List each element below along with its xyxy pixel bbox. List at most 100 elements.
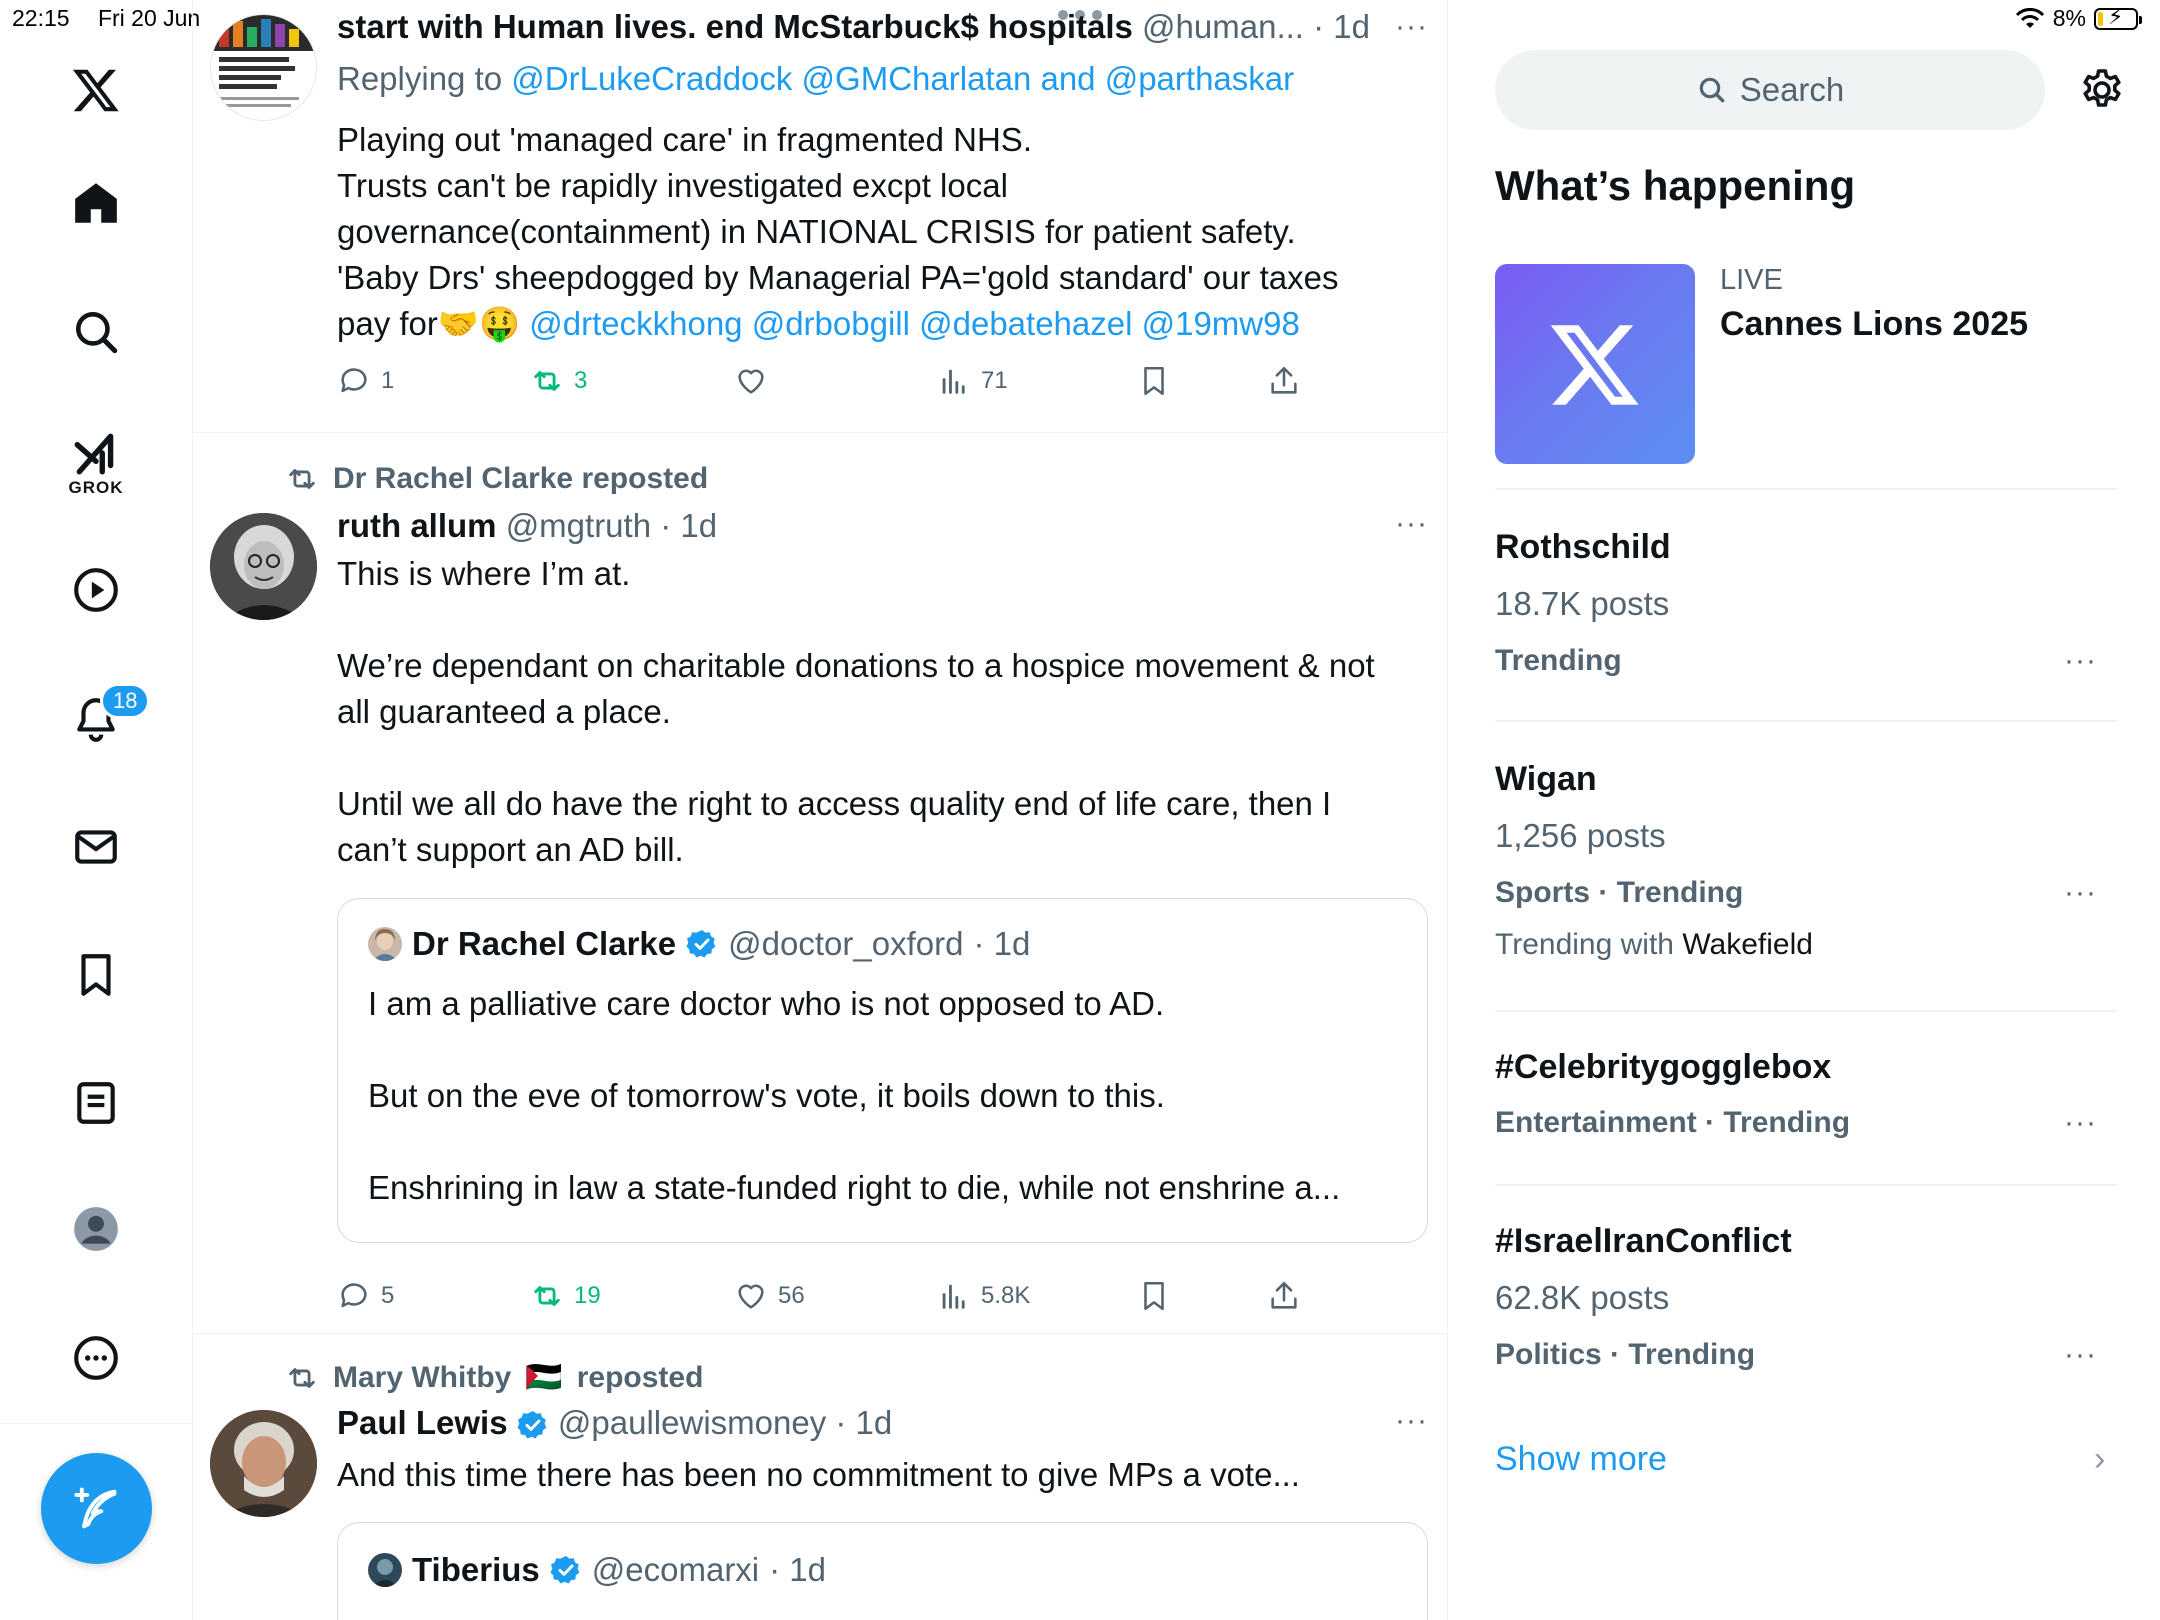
views-button[interactable]: 71 (937, 364, 1008, 398)
sidebar-divider (1495, 1184, 2117, 1186)
quoted-tweet[interactable]: Dr Rachel Clarke @doctor_oxford · 1d I a… (337, 898, 1428, 1243)
quote-header: Dr Rachel Clarke @doctor_oxford · 1d (368, 925, 1030, 963)
quote-text: I am a palliative care doctor who is not… (368, 981, 1408, 1211)
like-button[interactable]: 56 (734, 1279, 805, 1313)
repost-button[interactable]: 3 (530, 364, 587, 398)
lists-icon[interactable] (61, 1068, 131, 1138)
bookmark-icon (1144, 366, 1164, 396)
bookmark-button[interactable] (1137, 364, 1171, 398)
trend-item[interactable]: #Celebritygogglebox Entertainment · Tren… (1495, 1040, 2117, 1170)
repost-context[interactable]: Mary Whitby 🇵🇸 reposted (285, 1360, 703, 1395)
trending-with-label: Trending with (1495, 928, 1674, 961)
trend-category: Entertainment · Trending (1495, 1106, 1851, 1139)
trend-more-icon[interactable]: ··· (2064, 1106, 2097, 1140)
share-button[interactable] (1267, 364, 1301, 398)
reply-button[interactable]: 5 (337, 1279, 394, 1313)
tweet-avatar[interactable] (210, 1410, 317, 1517)
views-button[interactable]: 5.8K (937, 1279, 1030, 1313)
bookmark-icon (1144, 1281, 1164, 1311)
trending-with-value[interactable]: Wakefield (1682, 928, 1813, 961)
home-icon[interactable] (61, 168, 131, 238)
tweet-divider (193, 1333, 1447, 1334)
tweet-more-icon[interactable]: ··· (1395, 10, 1428, 44)
trend-name: Wigan (1495, 760, 1597, 798)
x-logo-icon[interactable] (61, 55, 131, 125)
post-time[interactable]: · 1d (835, 1404, 892, 1441)
compose-post-button[interactable] (41, 1453, 152, 1564)
author-handle[interactable]: @mgtruth (506, 507, 651, 544)
trend-item[interactable]: #IsraelIranConflict 62.8K posts Politics… (1495, 1214, 2117, 1394)
quote-line: Enshrining in law a state-funded right t… (368, 1169, 1341, 1206)
tweet-line: Trusts can't be rapidly investigated exc… (337, 167, 1008, 204)
trend-more-icon[interactable]: ··· (2064, 876, 2097, 910)
repost-icon (534, 371, 560, 391)
reply-button[interactable]: 1 (337, 364, 394, 398)
tweet-emoji: 🤝🤑 (437, 305, 521, 342)
tweet-header: ruth allum @mgtruth · 1d (337, 507, 717, 545)
messages-envelope-icon[interactable] (61, 812, 131, 882)
repost-context[interactable]: Dr Rachel Clarke reposted (285, 462, 708, 496)
post-time[interactable]: · 1d (1313, 8, 1370, 45)
verified-badge-icon (550, 1556, 580, 1584)
author-handle[interactable]: @human... (1142, 8, 1304, 45)
author-name[interactable]: ruth allum (337, 507, 497, 544)
trend-item[interactable]: Wigan 1,256 posts Sports · Trending ··· … (1495, 752, 2117, 972)
trend-more-icon[interactable]: ··· (2064, 1338, 2097, 1372)
tweet-avatar[interactable] (210, 14, 317, 121)
live-event-thumbnail[interactable] (1495, 264, 1695, 464)
post-time[interactable]: · 1d (660, 507, 717, 544)
trend-name: #IsraelIranConflict (1495, 1222, 1792, 1260)
share-button[interactable] (1267, 1279, 1301, 1313)
tweet-mentions[interactable]: @drteckkhong @drbobgill @debatehazel @19… (529, 305, 1300, 342)
trend-post-count: 62.8K posts (1495, 1279, 1670, 1316)
trend-category: Politics · Trending (1495, 1338, 1756, 1371)
reply-count: 1 (381, 367, 395, 394)
view-count: 5.8K (981, 1282, 1031, 1309)
tweet-divider (193, 432, 1447, 433)
bookmarks-icon[interactable] (61, 940, 131, 1010)
bookmark-button[interactable] (1137, 1279, 1171, 1313)
repost-count: 19 (574, 1282, 601, 1309)
left-nav: GROK 18 (0, 0, 193, 1620)
search-input[interactable]: Search (1495, 50, 2045, 130)
quoted-tweet[interactable]: Tiberius @ecomarxi · 1d (337, 1522, 1428, 1620)
search-icon[interactable] (61, 297, 131, 367)
author-name[interactable]: Paul Lewis (337, 1404, 508, 1441)
tweet-line: Playing out 'managed care' in fragmented… (337, 121, 1032, 158)
trend-name: #Celebritygogglebox (1495, 1048, 1832, 1086)
more-options-icon[interactable] (61, 1323, 131, 1393)
sidebar-divider (1495, 720, 2117, 722)
verified-badge-icon (517, 1411, 547, 1439)
reply-count: 5 (381, 1282, 395, 1309)
tweet-line: And this time there has been no commitme… (337, 1456, 1300, 1493)
profile-avatar-icon[interactable] (61, 1194, 131, 1264)
tweet-text: Playing out 'managed care' in fragmented… (337, 117, 1427, 347)
settings-gear-icon[interactable] (2078, 66, 2126, 114)
chevron-right-icon[interactable]: › (2094, 1440, 2105, 1479)
author-handle[interactable]: @paullewismoney (558, 1404, 826, 1441)
tweet-avatar[interactable] (210, 513, 317, 620)
search-placeholder: Search (1739, 71, 1845, 108)
tweet-actions: 5 19 56 5.8K (337, 1279, 1337, 1323)
quote-time: · 1d (973, 925, 1031, 962)
trend-name: Rothschild (1495, 528, 1671, 566)
tweet-more-icon[interactable]: ··· (1395, 507, 1428, 541)
trend-item[interactable]: Rothschild 18.7K posts Trending ··· (1495, 520, 2117, 700)
tweet-line-text: pay for (337, 305, 438, 342)
grok-label: GROK (68, 478, 124, 497)
tweet-line: We’re dependant on charitable donations … (337, 647, 1375, 684)
tweet-line: 'Baby Drs' sheepdogged by Managerial PA=… (337, 259, 1339, 296)
like-button[interactable] (734, 364, 778, 398)
live-event-title[interactable]: Cannes Lions 2025 (1720, 305, 2028, 344)
tweet-line: can’t support an AD bill. (337, 831, 684, 868)
verified-badge-icon (686, 930, 716, 958)
video-play-icon[interactable] (61, 555, 131, 625)
replying-mentions[interactable]: @DrLukeCraddock @GMCharlatan and @partha… (511, 60, 1294, 97)
tweet-more-icon[interactable]: ··· (1395, 1404, 1428, 1438)
repost-icon (289, 469, 315, 489)
show-more-link[interactable]: Show more (1495, 1440, 1667, 1479)
reply-icon (341, 368, 367, 393)
repost-button[interactable]: 19 (530, 1279, 601, 1313)
author-name[interactable]: start with Human lives. end McStarbuck$ … (337, 8, 1133, 45)
trend-more-icon[interactable]: ··· (2064, 644, 2097, 678)
